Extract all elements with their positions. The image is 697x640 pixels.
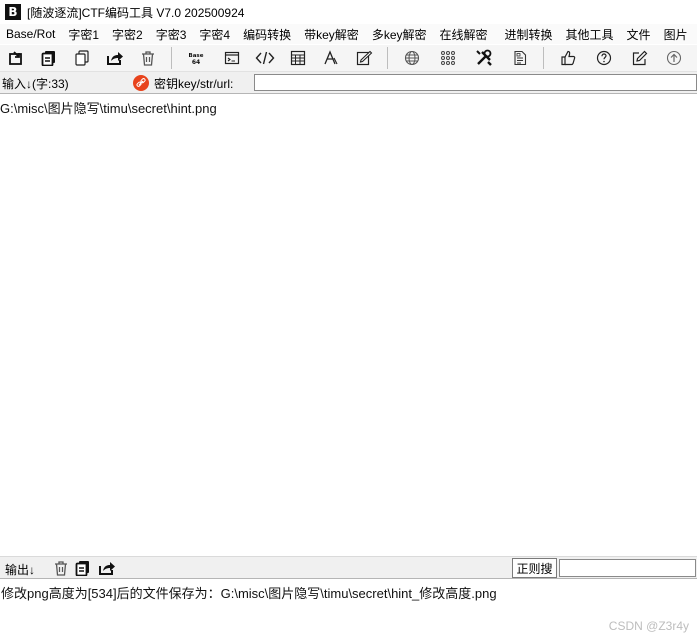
menu-file[interactable]: 文件 [621,26,658,43]
watermark: CSDN @Z3r4y [608,619,689,633]
menu-other-tools[interactable]: 其他工具 [560,26,621,43]
code-icon[interactable] [254,48,276,68]
menu-encoding-convert[interactable]: 编码转换 [237,26,298,43]
key-link-icon [133,75,149,91]
output-label: 输出↓ [5,563,36,577]
input-bar: 输入↓(字:33) 密钥key/str/url: [0,71,697,93]
menu-multi-key-decrypt[interactable]: 多key解密 [366,26,434,43]
arrow-up-circle-icon[interactable] [663,48,685,68]
tools-icon[interactable] [473,48,495,68]
toolbar-separator [543,47,544,69]
share-icon[interactable] [104,48,126,68]
base64-icon[interactable]: Base 64 [185,48,207,68]
copy-stack-icon[interactable] [38,48,60,68]
menu-ziMi1[interactable]: 字密1 [62,26,106,43]
menu-ziMi4[interactable]: 字密4 [193,26,237,43]
clear-output-trash-icon[interactable] [51,559,71,577]
output-bar: 输出↓ 正则搜 [0,556,697,579]
calculator-icon[interactable] [287,48,309,68]
grid-icon[interactable] [437,48,459,68]
edit-square-icon[interactable] [353,48,375,68]
output-textarea[interactable]: 修改png高度为[534]后的文件保存为：G:\misc\图片隐写\timu\s… [0,579,697,640]
menu-online-decrypt[interactable]: 在线解密 [434,26,495,43]
menu-bar: Base/Rot 字密1 字密2 字密3 字密4 编码转换 带key解密 多ke… [0,24,697,44]
copy-output-icon[interactable] [73,559,93,577]
key-label: 密钥key/str/url: [154,77,234,91]
menu-key-decrypt[interactable]: 带key解密 [298,26,366,43]
menu-ziMi2[interactable]: 字密2 [106,26,150,43]
help-icon[interactable] [593,48,615,68]
pencil-box-icon[interactable] [629,48,651,68]
app-logo-icon: B [5,4,21,20]
title-bar: B [随波逐流]CTF编码工具 V7.0 202500924 [0,0,697,24]
regex-search-button[interactable]: 正则搜 [512,558,557,578]
document-icon[interactable] [509,48,531,68]
trash-icon[interactable] [137,48,159,68]
toolbar-separator [387,47,388,69]
thumbs-up-icon[interactable] [557,48,579,68]
input-textarea[interactable]: G:\misc\图片隐写\timu\secret\hint.png [0,93,697,556]
toolbar: Base 64 [0,45,697,71]
duplicate-icon[interactable] [71,48,93,68]
globe-icon[interactable] [401,48,423,68]
menu-base-convert[interactable]: 进制转换 [495,26,560,43]
input-label: 输入↓(字:33) [2,77,69,91]
toolbar-separator [171,47,172,69]
key-input[interactable] [254,74,697,91]
share-output-icon[interactable] [97,559,117,577]
menu-image[interactable]: 图片 [658,26,695,43]
base64-icon-bottom-text: 64 [192,59,200,66]
menu-base-rot[interactable]: Base/Rot [0,27,62,41]
font-icon[interactable] [320,48,342,68]
menu-ziMi3[interactable]: 字密3 [150,26,194,43]
terminal-icon[interactable] [221,48,243,68]
window-title: [随波逐流]CTF编码工具 V7.0 202500924 [27,5,245,20]
regex-search-input[interactable] [559,559,696,577]
import-icon[interactable] [5,48,27,68]
